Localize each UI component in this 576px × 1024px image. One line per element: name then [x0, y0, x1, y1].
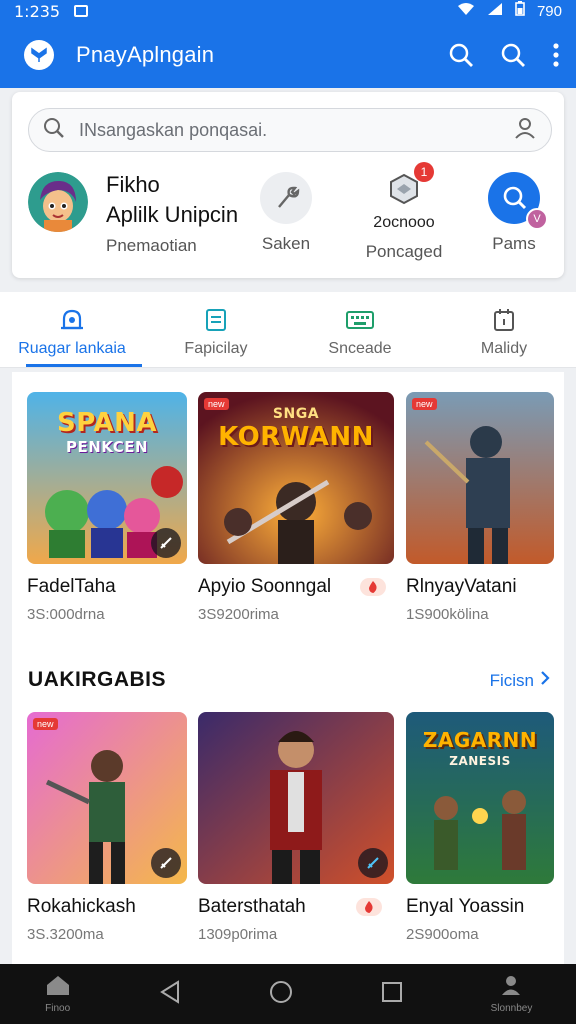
alarm-icon	[0, 308, 144, 332]
game-title: FadelTaha	[27, 576, 116, 597]
search-icon[interactable]	[500, 42, 526, 68]
section-heading: UAKIRGABIS	[28, 668, 167, 691]
nav-back[interactable]	[159, 979, 181, 1009]
game-title: Enyal Yoassin	[406, 896, 525, 917]
calendar-icon	[432, 308, 576, 332]
sword-icon	[151, 848, 181, 878]
art-subtitle: PENKCEN	[65, 438, 149, 456]
game-meta: 2S900oma	[406, 926, 479, 943]
stat-pams[interactable]: V Pams	[488, 172, 548, 254]
profile-subtitle: Aplilk Unipcin	[106, 202, 239, 227]
tab-label: Snceade	[328, 340, 392, 357]
stat-label: Saken	[261, 234, 311, 253]
nav-home-button[interactable]	[268, 979, 294, 1010]
notification-badge: 1	[414, 162, 434, 182]
game-title: Rokahickash	[27, 896, 136, 917]
tab-malidy[interactable]: Malidy	[432, 292, 576, 367]
game-thumbnail: new	[27, 712, 187, 884]
game-meta: 3S9200rima	[198, 606, 279, 623]
wrench-icon	[260, 172, 312, 224]
logo-icon	[24, 40, 54, 70]
game-thumbnail: new	[406, 392, 554, 564]
nav-recents[interactable]	[381, 981, 403, 1008]
new-badge: new	[412, 398, 437, 410]
nav-profile[interactable]: Slonnbey	[490, 974, 533, 1014]
profile-caption: Pnemaotian	[106, 236, 197, 255]
search-icon	[43, 117, 65, 144]
stat-poncaged[interactable]: 1 2ocnooo Poncaged	[364, 162, 444, 262]
status-time: 1:235	[14, 1, 61, 21]
chat-search-icon: V	[488, 172, 548, 230]
game-card[interactable]: new RlnyayVatani 1S900kölina	[406, 392, 554, 623]
game-thumbnail: ZAGARNN ZANESIS	[406, 712, 554, 884]
keyboard-icon	[288, 308, 432, 332]
art-title: ZAGARNN	[422, 728, 538, 752]
battery-text: 790	[536, 2, 562, 20]
document-icon	[144, 308, 288, 332]
art-title: SPANA	[57, 408, 157, 438]
app-title: PnayAplngain	[76, 42, 215, 67]
profile-card: Fikho Aplilk Unipcin Pnemaotian Saken 1 …	[12, 92, 564, 278]
new-badge: new	[33, 718, 58, 730]
tab-ruagar[interactable]: Ruagar lankaia	[0, 292, 144, 367]
art-title: SNGA	[272, 406, 320, 422]
art-subtitle: ZANESIS	[449, 754, 511, 768]
nav-label: Finoo	[45, 1003, 71, 1014]
status-badge: V	[526, 208, 548, 230]
battery-icon	[515, 1, 525, 21]
wifi-icon	[457, 2, 475, 21]
nav-home[interactable]: Finoo	[44, 974, 72, 1014]
game-title: RlnyayVatani	[406, 576, 517, 597]
game-thumbnail	[198, 712, 394, 884]
game-thumbnail: SPANA PENKCEN	[27, 392, 187, 564]
fire-icon	[360, 578, 386, 596]
circle-home-icon	[268, 979, 294, 1010]
search-icon[interactable]	[448, 42, 474, 68]
game-meta: 1S900kölina	[406, 606, 489, 623]
game-card[interactable]: new Rokahickash 3S.3200ma	[27, 712, 187, 943]
tab-label: Ruagar lankaia	[18, 340, 126, 357]
chevron-right-icon	[540, 670, 550, 691]
notification-icon	[74, 5, 89, 17]
game-meta: 1309p0rima	[198, 926, 278, 943]
game-meta: 3S.3200ma	[27, 926, 104, 943]
link-label: Ficisn	[489, 670, 534, 690]
tab-label: Fapicilay	[184, 340, 248, 357]
back-icon	[159, 979, 181, 1009]
sword-icon	[151, 528, 181, 558]
user-icon	[500, 974, 522, 1001]
nav-label: Slonnbey	[490, 1003, 533, 1014]
stat-label: Poncaged	[365, 242, 443, 261]
see-all-link[interactable]: Ficisn	[490, 670, 550, 691]
stat-count: 2ocnooo	[373, 214, 435, 231]
user-icon[interactable]	[513, 116, 537, 145]
stat-label: Pams	[492, 234, 536, 253]
more-vert-icon[interactable]	[552, 42, 560, 68]
tab-bar: Ruagar lankaia Fapicilay Snceade Malidy	[0, 292, 576, 368]
app-bar: PnayAplngain	[0, 22, 576, 88]
game-card[interactable]: Batersthatah 1309p0rima	[198, 712, 394, 943]
tab-fapicilay[interactable]: Fapicilay	[144, 292, 288, 367]
search-bar[interactable]	[28, 108, 552, 152]
game-list: SPANA PENKCEN FadelTaha 3S:000drna new S…	[12, 372, 564, 964]
search-input[interactable]	[79, 119, 513, 141]
profile-name: Fikho	[106, 172, 160, 197]
game-card[interactable]: new SNGA KORWANN Apyio Soonngal 3S9200ri…	[198, 392, 394, 623]
system-nav-bar: Finoo Slonnbey	[0, 964, 576, 1024]
avatar[interactable]	[28, 172, 88, 232]
game-meta: 3S:000drna	[27, 606, 105, 623]
tab-snceade[interactable]: Snceade	[288, 292, 432, 367]
status-bar: 1:235 790	[0, 0, 576, 22]
stat-saken[interactable]: Saken	[260, 172, 312, 254]
fire-icon	[356, 898, 382, 916]
home-icon	[44, 974, 72, 1001]
tab-label: Malidy	[480, 340, 528, 357]
signal-icon	[487, 2, 503, 21]
game-card[interactable]: SPANA PENKCEN FadelTaha 3S:000drna	[27, 392, 187, 623]
game-card[interactable]: ZAGARNN ZANESIS Enyal Yoassin 2S900oma	[406, 712, 554, 943]
recents-icon	[381, 981, 403, 1008]
game-thumbnail: new SNGA KORWANN	[198, 392, 394, 564]
art-subtitle: KORWANN	[218, 422, 374, 452]
sword-icon	[358, 848, 388, 878]
